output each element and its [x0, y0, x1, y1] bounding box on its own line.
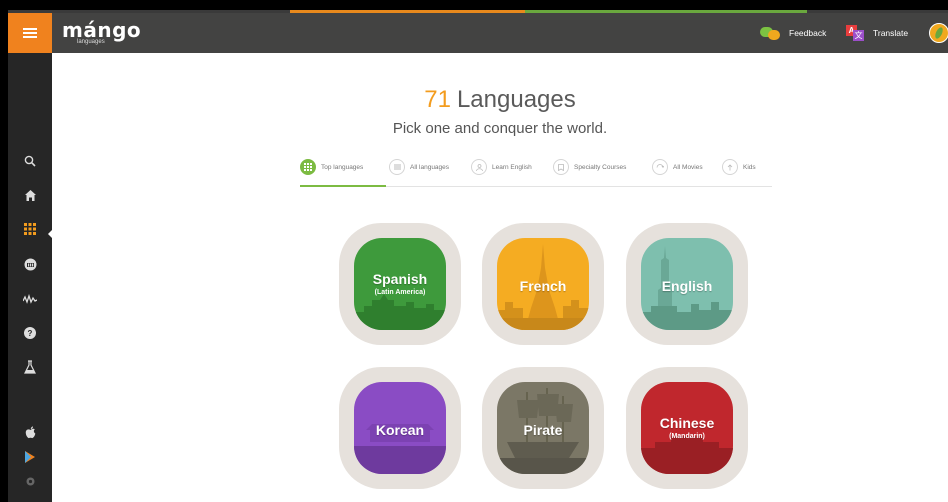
feedback-label: Feedback — [789, 28, 827, 38]
grid-icon — [300, 159, 316, 175]
bookmark-icon — [553, 159, 569, 175]
language-tile: Chinese (Mandarin) — [641, 382, 733, 474]
language-name: English — [661, 278, 713, 294]
top-bar: mángo languages Feedback A 文 Translate — [8, 13, 948, 53]
language-card-chinese[interactable]: Chinese (Mandarin) — [626, 367, 748, 489]
language-count: 71 — [424, 86, 451, 113]
logo-name: mángo — [62, 18, 142, 42]
language-card-french[interactable]: French — [482, 223, 604, 345]
translate-label: Translate — [873, 28, 909, 38]
active-tab-underline — [300, 185, 386, 187]
waveform-icon[interactable] — [8, 284, 52, 314]
refresh-icon — [652, 159, 668, 175]
main-content: 71 Languages Pick one and conquer the wor… — [52, 53, 948, 502]
language-card-korean[interactable]: Korean — [339, 367, 461, 489]
tab-learn-english[interactable]: Learn English — [471, 158, 532, 176]
hamburger-icon — [23, 28, 37, 38]
sidebar: ? — [8, 53, 53, 502]
language-name: French — [519, 278, 567, 294]
language-tile: French — [497, 238, 589, 330]
tab-kids[interactable]: Kids — [722, 158, 756, 176]
grid-icon[interactable] — [8, 214, 52, 244]
home-icon[interactable] — [8, 180, 52, 210]
avatar[interactable] — [929, 23, 948, 43]
language-detail: (Mandarin) — [669, 433, 705, 440]
language-name: Pirate — [523, 422, 563, 438]
svg-text:?: ? — [28, 329, 33, 338]
tab-all-languages[interactable]: All languages — [389, 158, 449, 176]
upload-icon — [722, 159, 738, 175]
translate-button[interactable]: A 文 Translate — [846, 13, 908, 53]
feedback-icon — [760, 26, 780, 40]
logo-sub: languages — [77, 39, 105, 45]
language-name: Chinese — [659, 415, 715, 431]
language-card-pirate[interactable]: Pirate — [482, 367, 604, 489]
list-icon — [389, 159, 405, 175]
language-name: Spanish — [372, 271, 428, 287]
course-icon[interactable] — [8, 249, 52, 279]
person-icon — [471, 159, 487, 175]
help-icon[interactable]: ? — [8, 318, 52, 348]
tab-all-movies[interactable]: All Movies — [652, 158, 703, 176]
language-tile: Pirate — [497, 382, 589, 474]
settings-icon[interactable] — [8, 466, 52, 496]
language-card-spanish[interactable]: Spanish (Latin America) — [339, 223, 461, 345]
translate-icon: A 文 — [846, 25, 864, 41]
flask-icon[interactable] — [8, 352, 52, 382]
language-name: Korean — [375, 422, 425, 438]
tab-specialty-courses[interactable]: Specialty Courses — [553, 158, 626, 176]
app-frame: mángo languages Feedback A 文 Translate ?… — [8, 10, 948, 502]
menu-button[interactable] — [8, 13, 52, 53]
language-tile: Spanish (Latin America) — [354, 238, 446, 330]
page-subtitle: Pick one and conquer the world. — [392, 120, 608, 137]
tab-top-languages[interactable]: Top languages — [300, 158, 363, 176]
language-tile: English — [641, 238, 733, 330]
logo[interactable]: mángo languages — [62, 18, 142, 45]
language-card-english[interactable]: English — [626, 223, 748, 345]
language-detail: (Latin America) — [374, 289, 426, 296]
feedback-button[interactable]: Feedback — [760, 13, 826, 53]
language-tile: Korean — [354, 382, 446, 474]
page-title: 71 Languages — [424, 86, 576, 113]
category-tabs: Top languages All languages Learn Englis… — [300, 158, 772, 187]
search-icon[interactable] — [8, 146, 52, 176]
